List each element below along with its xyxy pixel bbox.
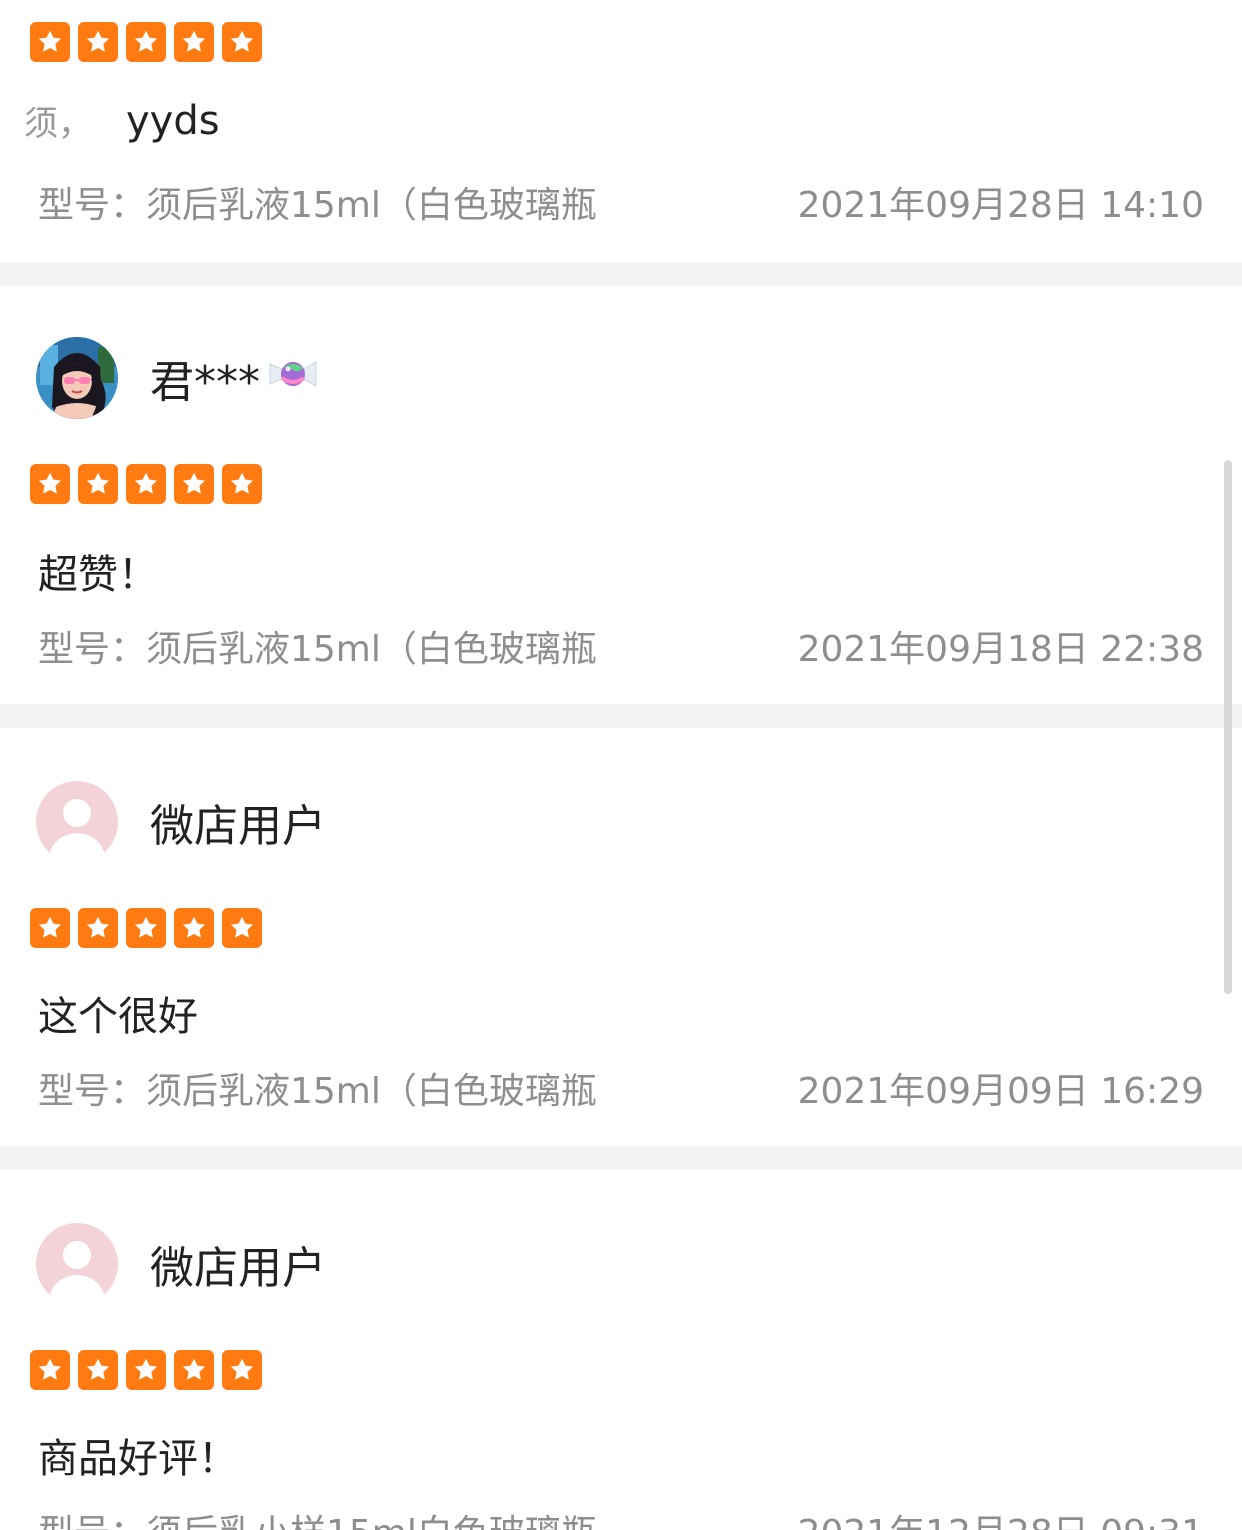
user-name-text: 君*** (150, 357, 260, 408)
user-name: 微店用户 (150, 1243, 326, 1294)
star-rating (30, 22, 270, 62)
review-date: 2021年09月09日 16:29 (797, 1071, 1204, 1112)
user-name: 君*** (150, 346, 322, 410)
review-comment: 超赞！ (38, 552, 158, 598)
star-icon (78, 908, 118, 948)
anime-girl-avatar-icon (36, 337, 118, 419)
review-header: 君*** (36, 336, 322, 420)
product-model: 型号：须后乳液15ml（白色玻璃瓶 (38, 629, 597, 670)
review-header: 微店用户 (36, 1222, 326, 1306)
review-comment: 商品好评！ (38, 1436, 238, 1482)
star-rating (30, 464, 270, 504)
user-name: 微店用户 (150, 801, 326, 852)
star-icon (78, 22, 118, 62)
candy-icon (264, 350, 322, 407)
product-model: 型号：须后乳小样15ml白色玻璃瓶 (38, 1504, 597, 1530)
divider (0, 1146, 1242, 1170)
star-icon (78, 464, 118, 504)
star-icon (30, 464, 70, 504)
review-date: 2021年12月28日 09:31 (798, 1504, 1204, 1530)
product-model: 型号：须后乳液15ml（白色玻璃瓶 (38, 1071, 597, 1112)
product-model: 型号：须后乳液15ml（白色玻璃瓶 (38, 185, 597, 226)
star-icon (222, 908, 262, 948)
star-icon (222, 1350, 262, 1390)
review-card: 君*** 超赞！ 型号：须后乳液15ml（白色玻璃瓶 2021年09月18日 2… (0, 286, 1242, 704)
default-user-avatar-icon (36, 781, 118, 863)
star-icon (222, 464, 262, 504)
avatar[interactable] (36, 337, 118, 419)
star-icon (126, 464, 166, 504)
review-list-page: 须， yyds 型号：须后乳液15ml（白色玻璃瓶 2021年09月28日 14… (0, 0, 1242, 1530)
star-icon (126, 908, 166, 948)
divider (0, 262, 1242, 286)
star-icon (30, 1350, 70, 1390)
star-icon (30, 22, 70, 62)
default-user-avatar-icon (36, 1223, 118, 1305)
overlapping-fragment-text: 须， (24, 104, 92, 144)
review-comment: 这个很好 (38, 994, 198, 1040)
star-icon (174, 1350, 214, 1390)
star-icon (78, 1350, 118, 1390)
star-icon (174, 464, 214, 504)
star-icon (126, 1350, 166, 1390)
review-card: 微店用户 这个很好 型号：须后乳液15ml（白色玻璃瓶 2021年09月09日 … (0, 728, 1242, 1146)
star-icon (222, 22, 262, 62)
star-icon (126, 22, 166, 62)
avatar[interactable] (36, 1223, 118, 1305)
avatar[interactable] (36, 781, 118, 863)
review-card: 须， yyds 型号：须后乳液15ml（白色玻璃瓶 2021年09月28日 14… (0, 0, 1242, 262)
scrollbar[interactable] (1224, 460, 1232, 994)
review-card: 微店用户 商品好评！ 型号：须后乳小样15ml白色玻璃瓶 2021年12月28日… (0, 1170, 1242, 1530)
star-icon (174, 908, 214, 948)
review-date: 2021年09月18日 22:38 (797, 629, 1204, 670)
review-header: 微店用户 (36, 780, 326, 864)
divider (0, 704, 1242, 728)
star-icon (174, 22, 214, 62)
review-date: 2021年09月28日 14:10 (797, 185, 1204, 226)
star-rating (30, 908, 270, 948)
star-rating (30, 1350, 270, 1390)
review-comment: yyds (126, 98, 220, 144)
star-icon (30, 908, 70, 948)
